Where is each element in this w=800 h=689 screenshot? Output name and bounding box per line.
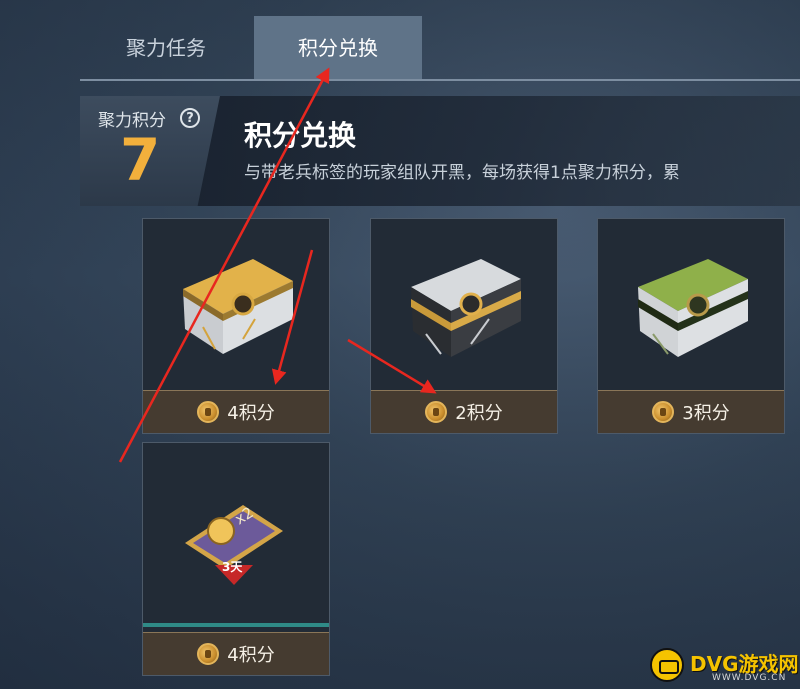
annotation-arrows <box>118 67 437 463</box>
gamepad-icon <box>650 648 684 682</box>
watermark: DVG游戏网 WWW.DVG.CN <box>650 642 800 689</box>
arrow-to-card-2 <box>347 338 437 394</box>
arrow-to-card-1 <box>271 249 314 385</box>
watermark-url: WWW.DVG.CN <box>712 673 787 683</box>
arrow-to-tab <box>118 67 330 463</box>
